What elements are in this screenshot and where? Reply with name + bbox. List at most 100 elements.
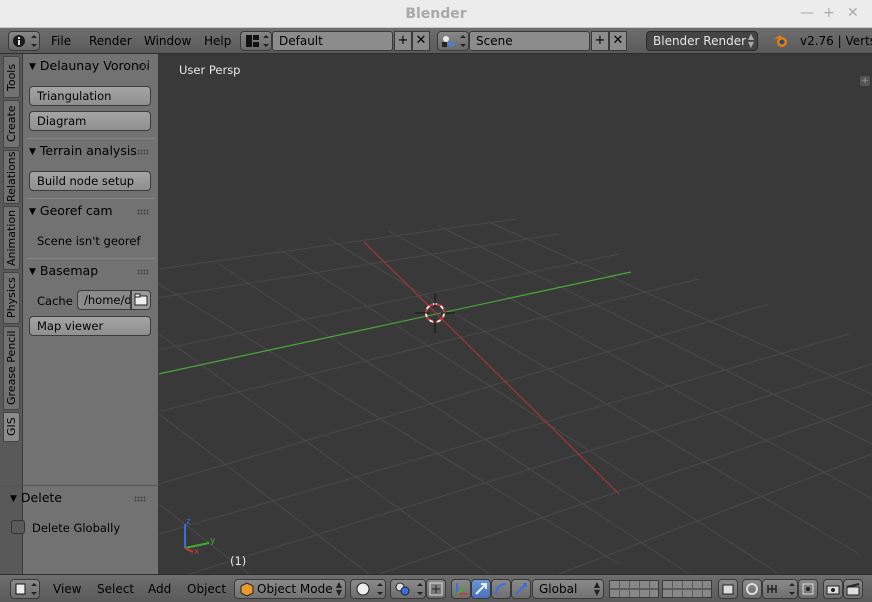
drag-grip-icon[interactable] — [137, 64, 149, 70]
scene-icon — [442, 35, 466, 47]
delete-globally-checkbox[interactable] — [11, 520, 25, 534]
snap-element-dropdown[interactable] — [762, 579, 798, 599]
tab-relations[interactable]: Relations — [3, 150, 20, 204]
triangulation-button[interactable]: Triangulation — [29, 86, 151, 106]
tab-tools[interactable]: Tools — [3, 56, 20, 98]
snap-target-button[interactable] — [798, 579, 818, 599]
properties-toggle-button[interactable]: + — [860, 76, 870, 86]
viewport-view-label: User Persp — [179, 63, 241, 77]
dropdown-arrows-icon: ▲ ▼ — [335, 580, 342, 597]
center-points-icon — [429, 582, 443, 596]
panel-delete-header[interactable]: ▼ Delete — [10, 490, 152, 508]
panel-title: Georef cam — [39, 203, 113, 218]
minimize-button[interactable]: — — [800, 5, 814, 21]
rotate-manipulator-button[interactable] — [491, 579, 511, 599]
panel-title: Delete — [20, 490, 62, 505]
manipulator-toggle-button[interactable] — [451, 579, 471, 599]
build-node-setup-button[interactable]: Build node setup — [29, 171, 151, 191]
panel-basemap-header[interactable]: ▼ Basemap — [29, 263, 155, 281]
tab-gis[interactable]: GIS — [3, 412, 20, 442]
3d-view-icon — [15, 583, 37, 595]
collapse-triangle-icon: ▼ — [29, 147, 36, 157]
cache-path-field[interactable]: /home/d — [77, 290, 131, 310]
add-scene-button[interactable]: + — [591, 31, 609, 51]
axis-z-label: z — [186, 517, 191, 527]
delete-screen-button[interactable]: ✕ — [412, 31, 430, 51]
toolshelf: ▼ Delaunay Voronoi Triangulation Diagram … — [0, 54, 159, 574]
opengl-render-button[interactable] — [823, 579, 843, 599]
panel-divider — [27, 258, 155, 259]
collapse-triangle-icon: ▼ — [29, 207, 36, 217]
tab-physics[interactable]: Physics — [3, 272, 20, 324]
manipulate-center-button[interactable] — [426, 579, 446, 599]
translate-manipulator-button[interactable] — [471, 579, 491, 599]
dropdown-arrows-icon: ▲ ▼ — [593, 580, 600, 597]
menu-object[interactable]: Object — [187, 582, 226, 596]
menu-help[interactable]: Help — [204, 34, 231, 48]
menu-add[interactable]: Add — [148, 582, 171, 596]
scene-layers-group-1[interactable] — [609, 580, 659, 598]
rotate-arc-icon — [495, 583, 507, 595]
drag-grip-icon[interactable] — [137, 209, 149, 215]
translate-arrow-icon — [475, 583, 487, 595]
screen-layout-name[interactable]: Default — [272, 31, 393, 51]
panel-divider — [27, 138, 155, 139]
tab-grease-pencil[interactable]: Grease Pencil — [3, 326, 20, 410]
tab-create[interactable]: Create — [3, 100, 20, 148]
map-viewer-button[interactable]: Map viewer — [29, 316, 151, 336]
proportional-editing-button[interactable] — [742, 579, 762, 599]
axis-y-label: y — [210, 536, 216, 546]
info-header: File Render Window Help Default + ✕ Scen… — [0, 28, 872, 54]
snap-target-icon — [802, 583, 814, 595]
camera-icon — [826, 585, 840, 595]
menu-render[interactable]: Render — [89, 34, 132, 48]
render-engine-dropdown[interactable]: Blender Render ▲ ▼ — [646, 31, 758, 51]
menu-view[interactable]: View — [53, 582, 81, 596]
lock-camera-layers-button[interactable] — [718, 579, 738, 599]
render-engine-value: Blender Render — [653, 34, 747, 48]
menu-select[interactable]: Select — [97, 582, 134, 596]
editor-type-selector[interactable] — [10, 579, 40, 599]
delete-globally-label: Delete Globally — [32, 521, 121, 535]
proportional-icon — [746, 583, 758, 595]
axis-x-label: x — [194, 547, 200, 554]
diagram-button[interactable]: Diagram — [29, 111, 151, 131]
opengl-animation-button[interactable] — [843, 579, 863, 599]
transform-orientation-dropdown[interactable]: Global ▲ ▼ — [532, 579, 604, 599]
clapperboard-icon — [846, 583, 860, 596]
panel-divider — [27, 198, 155, 199]
transform-orientation-value: Global — [539, 582, 578, 596]
3d-viewport[interactable]: User Persp z y x (1) + — [159, 54, 872, 574]
panel-georef-header[interactable]: ▼ Georef cam — [29, 203, 155, 221]
scene-layers-group-2[interactable] — [662, 580, 712, 598]
3d-cursor-icon — [415, 293, 455, 333]
georef-status: Scene isn't georef — [37, 234, 141, 248]
info-icon — [13, 35, 37, 47]
menu-file[interactable]: File — [51, 34, 71, 48]
drag-grip-icon[interactable] — [134, 496, 146, 502]
viewport-shading-dropdown[interactable] — [350, 579, 386, 599]
menu-window[interactable]: Window — [144, 34, 191, 48]
axis-gizmo: z y x — [184, 517, 216, 554]
panel-title: Terrain analysis — [39, 143, 137, 158]
collapse-triangle-icon: ▼ — [10, 494, 17, 504]
panel-delaunay-header[interactable]: ▼ Delaunay Voronoi — [29, 58, 155, 76]
add-screen-button[interactable]: + — [394, 31, 412, 51]
close-button[interactable]: ✕ — [847, 5, 859, 21]
screen-layout-selector[interactable] — [240, 31, 272, 51]
editor-type-selector[interactable] — [8, 31, 40, 51]
current-frame-label: (1) — [230, 554, 247, 568]
pivot-point-dropdown[interactable] — [390, 579, 426, 599]
browse-folder-button[interactable] — [131, 290, 151, 310]
drag-grip-icon[interactable] — [137, 269, 149, 275]
panel-terrain-header[interactable]: ▼ Terrain analysis — [29, 143, 155, 161]
delete-scene-button[interactable]: ✕ — [609, 31, 627, 51]
scene-selector[interactable] — [437, 31, 469, 51]
scene-name[interactable]: Scene — [469, 31, 590, 51]
tab-animation[interactable]: Animation — [3, 206, 20, 270]
interaction-mode-dropdown[interactable]: Object Mode ▲ ▼ — [234, 579, 346, 599]
panel-title: Delaunay Voronoi — [39, 58, 151, 73]
drag-grip-icon[interactable] — [137, 149, 149, 155]
maximize-button[interactable]: + — [823, 5, 835, 21]
scale-manipulator-button[interactable] — [511, 579, 531, 599]
